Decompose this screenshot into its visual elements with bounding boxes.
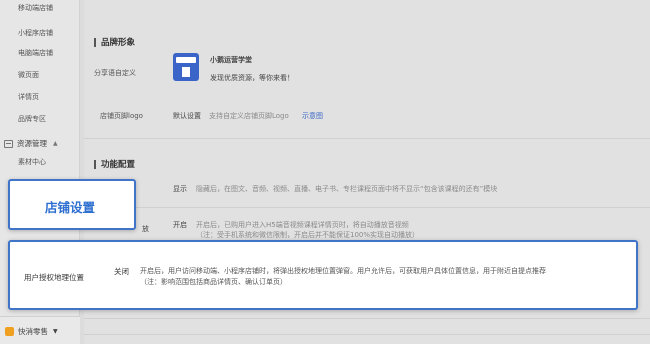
location-auth-status[interactable]: 关闭 bbox=[114, 266, 129, 277]
sidebar-item-miniprogram-shop[interactable]: 小程序店铺 bbox=[0, 28, 80, 38]
footer-logo-desc: 支持自定义店铺页脚Logo bbox=[209, 112, 289, 120]
shop-awning-icon bbox=[176, 57, 196, 63]
chevron-down-icon: ▼ bbox=[53, 328, 58, 335]
shop-avatar bbox=[173, 53, 199, 81]
sidebar-item-material-center[interactable]: 素材中心 bbox=[0, 157, 80, 167]
autoplay-label-partial: 放 bbox=[142, 225, 149, 233]
location-auth-desc: 开启后，用户访问移动端、小程序店铺时，将弹出授权地理位置弹窗。用户允许后，可获取… bbox=[140, 266, 630, 288]
footer-logo-label: 店铺页脚logo bbox=[100, 112, 143, 120]
sidebar-item-micro-page[interactable]: 微页面 bbox=[0, 70, 80, 80]
location-auth-label: 用户授权地理位置 bbox=[24, 273, 84, 282]
autoplay-status[interactable]: 开启 bbox=[173, 220, 187, 230]
store-switcher[interactable]: 快消零售 ▼ bbox=[0, 316, 80, 344]
sidebar-item-detail-page[interactable]: 详情页 bbox=[0, 92, 80, 102]
sidebar-item-mobile-shop[interactable]: 移动端店铺 bbox=[0, 3, 80, 13]
location-authorization-row: 用户授权地理位置 关闭 开启后，用户访问移动端、小程序店铺时，将弹出授权地理位置… bbox=[8, 240, 638, 310]
related-course-status[interactable]: 显示 bbox=[173, 184, 187, 194]
shop-settings-callout: 店铺设置 bbox=[8, 179, 136, 230]
sidebar-item-brand-zone[interactable]: 品牌专区 bbox=[0, 114, 80, 124]
shop-name: 小鹅运营学堂 bbox=[210, 56, 252, 64]
footer-logo-example-link[interactable]: 示意图 bbox=[302, 111, 323, 121]
share-text: 发现优质资源，等你来看！ bbox=[210, 74, 294, 82]
share-label: 分享语自定义 bbox=[94, 69, 136, 77]
brand-section-title: 品牌形象 bbox=[94, 36, 135, 48]
autoplay-note: （注：受手机系统和微信限制，开启后并不能保证100%实现自动播放） bbox=[196, 231, 420, 239]
autoplay-desc: 开启后，已购用户进入H5端音视频课程详情页时，将自动播放音视频 bbox=[196, 221, 409, 229]
related-course-desc: 隐藏后，在图文、音频、视频、直播、电子书、专栏课程页面中将不显示“包含该课程的还… bbox=[196, 185, 498, 193]
resource-icon bbox=[4, 139, 13, 148]
store-logo-icon bbox=[5, 327, 14, 336]
sidebar-item-pc-shop[interactable]: 电脑端店铺 bbox=[0, 48, 80, 58]
sidebar-section-resource[interactable]: 资源管理 ▲ bbox=[4, 138, 58, 149]
location-auth-note: （注：影响范围包括商品详情页、确认订单页） bbox=[140, 278, 287, 286]
footer-logo-value: 默认设置 bbox=[173, 112, 201, 120]
chevron-up-icon: ▲ bbox=[53, 140, 58, 147]
function-section-title: 功能配置 bbox=[94, 158, 135, 170]
